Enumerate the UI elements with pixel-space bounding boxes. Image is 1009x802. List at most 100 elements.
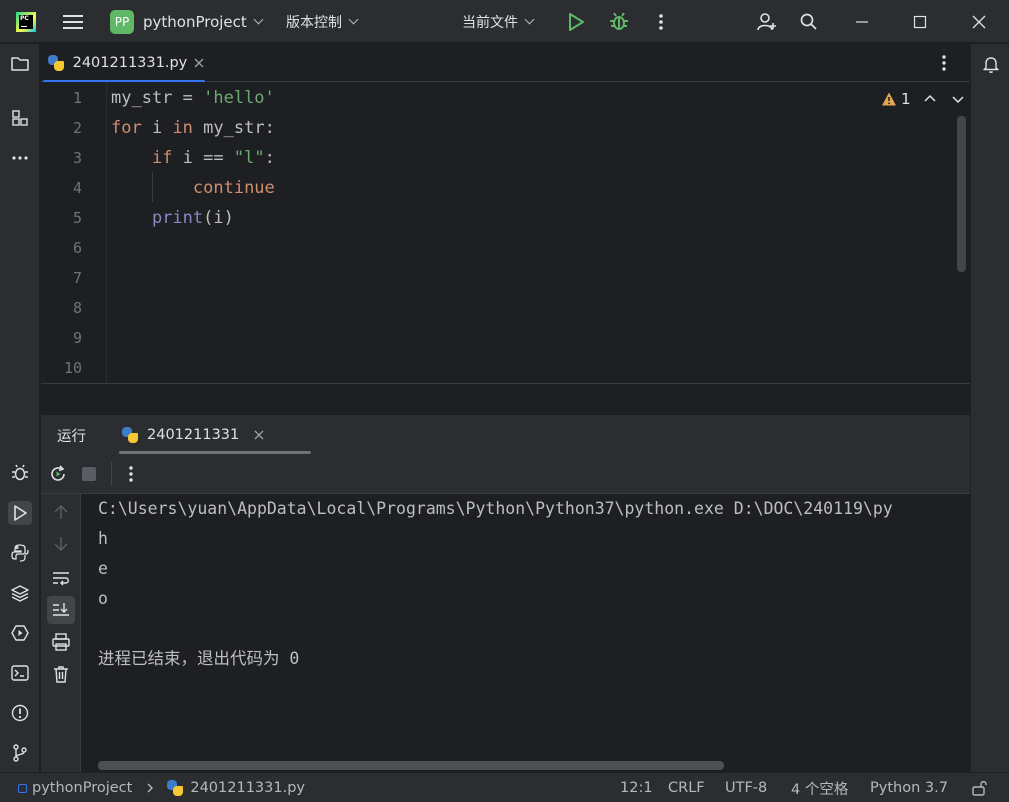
python-console-icon <box>11 544 29 562</box>
run-tool-button[interactable] <box>8 501 32 525</box>
bug-icon <box>610 11 628 30</box>
more-tools-button[interactable] <box>8 146 32 170</box>
run-console-output[interactable]: C:\Users\yuan\AppData\Local\Programs\Pyt… <box>81 494 970 772</box>
run-icon <box>14 505 27 521</box>
scroll-to-end-icon <box>53 603 69 616</box>
search-icon <box>800 13 817 30</box>
scroll-up-button[interactable] <box>51 502 71 526</box>
chevron-down-icon[interactable] <box>951 92 965 106</box>
line-number-gutter: 1 2 3 4 5 6 7 8 9 10 <box>41 82 107 383</box>
status-bar: pythonProject 2401211331.py 12:1 CRLF UT… <box>0 772 1009 802</box>
code-line-5: print(i) <box>151 208 234 228</box>
line-number: 8 <box>72 299 82 317</box>
line-number: 9 <box>72 329 82 347</box>
rerun-button[interactable] <box>48 464 68 488</box>
project-selector[interactable]: pythonProject <box>143 0 264 43</box>
soft-wrap-icon <box>53 572 69 586</box>
editor-tab-bar: 2401211331.py <box>41 44 970 83</box>
trash-icon <box>54 666 68 683</box>
project-badge[interactable]: PP <box>110 10 134 34</box>
console-line: e <box>98 559 108 578</box>
git-tool-button[interactable] <box>8 741 32 765</box>
stop-button[interactable] <box>81 466 97 486</box>
pycharm-logo-icon[interactable]: PC <box>16 12 36 32</box>
run-icon <box>569 12 584 31</box>
python-console-tool-button[interactable] <box>8 541 32 565</box>
minimize-icon <box>856 20 868 23</box>
python-file-icon <box>121 426 139 444</box>
rerun-icon <box>51 465 65 481</box>
chevron-down-icon <box>253 14 264 25</box>
code-line-2: for i in my_str: <box>111 118 275 138</box>
problems-icon <box>11 704 29 722</box>
run-tab[interactable]: 2401211331 <box>119 415 311 455</box>
editor-tab-options-button[interactable] <box>937 53 951 77</box>
read-only-toggle[interactable] <box>970 773 990 802</box>
breadcrumb-project[interactable]: pythonProject <box>32 780 132 796</box>
layers-icon <box>11 585 29 602</box>
arrow-down-icon <box>54 537 68 552</box>
chevron-down-icon <box>524 14 535 25</box>
scroll-down-button[interactable] <box>51 534 71 558</box>
close-window-button[interactable] <box>954 0 1004 43</box>
console-line: o <box>98 589 108 608</box>
debug-tool-button[interactable] <box>8 461 32 485</box>
python-interpreter[interactable]: Python 3.7 <box>870 773 948 802</box>
services-tool-button[interactable] <box>8 621 32 645</box>
line-separator[interactable]: CRLF <box>668 773 705 802</box>
printer-icon <box>52 633 70 651</box>
line-number: 7 <box>72 269 82 287</box>
services-icon <box>11 625 29 641</box>
clear-all-button[interactable] <box>51 664 71 688</box>
console-horizontal-scrollbar[interactable] <box>98 761 724 770</box>
code-with-me-button[interactable] <box>756 0 778 43</box>
run-button[interactable] <box>566 0 586 43</box>
line-number: 6 <box>72 239 82 257</box>
soft-wrap-button[interactable] <box>51 568 71 592</box>
indent-setting[interactable]: 4 个空格 <box>791 773 848 802</box>
console-line: C:\Users\yuan\AppData\Local\Programs\Pyt… <box>98 499 893 518</box>
debug-button[interactable] <box>608 0 630 43</box>
more-horizontal-icon <box>12 156 28 160</box>
maximize-button[interactable] <box>895 0 945 43</box>
console-line: h <box>98 529 108 548</box>
print-button[interactable] <box>51 632 71 656</box>
right-tool-strip <box>970 44 1009 772</box>
project-tool-button[interactable] <box>8 52 32 76</box>
run-more-button[interactable] <box>124 464 138 488</box>
chevron-up-icon[interactable] <box>923 92 937 106</box>
bug-icon <box>12 464 28 481</box>
left-tool-strip <box>0 44 40 772</box>
vcs-menu[interactable]: 版本控制 <box>286 0 359 43</box>
run-tab-label: 2401211331 <box>147 427 240 443</box>
run-config-selector[interactable]: 当前文件 <box>462 0 535 43</box>
search-button[interactable] <box>799 0 819 43</box>
file-encoding[interactable]: UTF-8 <box>725 773 767 802</box>
unlock-icon <box>972 781 987 796</box>
editor-vertical-scrollbar[interactable] <box>957 116 966 272</box>
main-menu-icon[interactable] <box>60 0 86 43</box>
vcs-label: 版本控制 <box>286 14 342 31</box>
notifications-button[interactable] <box>979 52 1003 76</box>
project-name: pythonProject <box>143 12 247 31</box>
breadcrumb-file[interactable]: 2401211331.py <box>190 780 305 796</box>
module-icon <box>18 783 27 793</box>
caret-position[interactable]: 12:1 <box>620 773 653 802</box>
minimize-button[interactable] <box>837 0 887 43</box>
problems-tool-button[interactable] <box>8 701 32 725</box>
editor-tab[interactable]: 2401211331.py <box>41 44 205 83</box>
run-toolbar <box>41 454 970 494</box>
scroll-to-end-button[interactable] <box>47 596 75 624</box>
inspection-widget[interactable]: 1 <box>881 90 965 108</box>
title-bar: PC PP pythonProject 版本控制 当前文件 <box>0 0 1009 43</box>
terminal-tool-button[interactable] <box>8 661 32 685</box>
structure-tool-button[interactable] <box>8 106 32 130</box>
run-config-label: 当前文件 <box>462 14 518 31</box>
close-tab-icon[interactable] <box>253 429 265 441</box>
more-actions-button[interactable] <box>654 0 668 43</box>
close-tab-icon[interactable] <box>193 57 205 69</box>
line-number: 1 <box>72 89 82 107</box>
code-editor[interactable]: 1 2 3 4 5 6 7 8 9 10 my_str = 'hello' fo… <box>41 82 970 384</box>
code-line-3: if i == "l": <box>151 148 275 168</box>
python-packages-tool-button[interactable] <box>8 581 32 605</box>
